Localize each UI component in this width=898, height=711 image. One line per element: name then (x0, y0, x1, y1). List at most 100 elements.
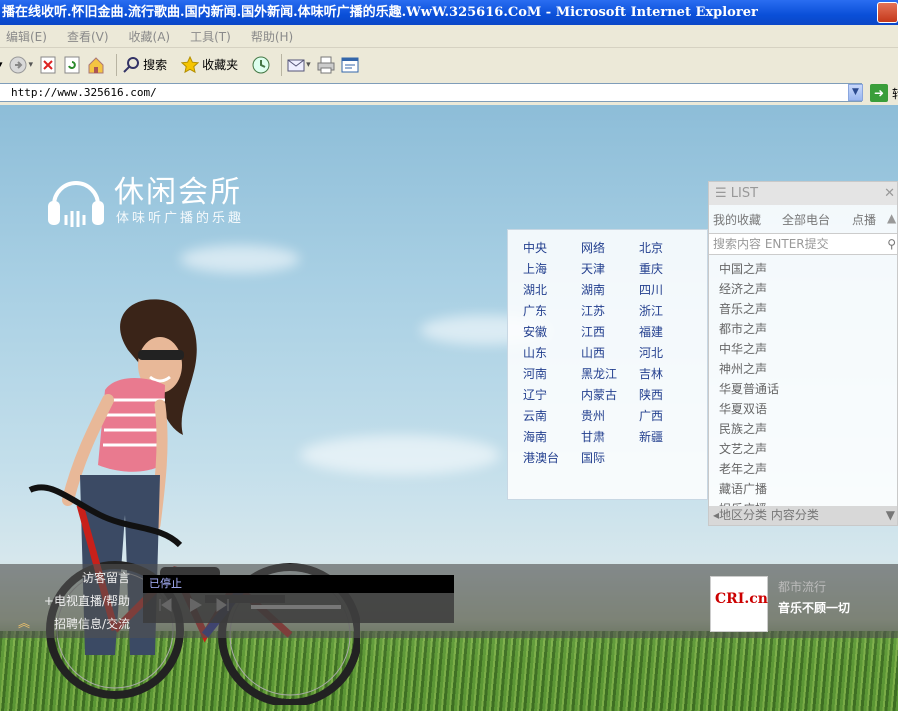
region-link[interactable]: 四川 (639, 280, 663, 301)
region-link[interactable]: 安徽 (523, 322, 559, 343)
mail-button[interactable]: ▾ (287, 56, 311, 74)
category-tabs[interactable]: ◂地区分类 内容分类 (713, 508, 819, 522)
region-link[interactable]: 新疆 (639, 427, 663, 448)
region-link[interactable]: 河北 (639, 343, 663, 364)
region-link[interactable]: 吉林 (639, 364, 663, 385)
region-link[interactable]: 天津 (581, 259, 617, 280)
region-link[interactable]: 北京 (639, 238, 663, 259)
region-link[interactable]: 陕西 (639, 385, 663, 406)
station-item[interactable]: 华夏双语 (719, 399, 897, 419)
favorites-button[interactable]: 收藏夹 (181, 55, 238, 74)
region-link[interactable]: 黑龙江 (581, 364, 617, 385)
stop-button[interactable] (39, 56, 57, 74)
home-button[interactable] (87, 56, 105, 74)
region-link[interactable]: 广东 (523, 301, 559, 322)
forward-button[interactable]: ▾ (9, 56, 33, 74)
region-link[interactable]: 江苏 (581, 301, 617, 322)
region-link[interactable]: 辽宁 (523, 385, 559, 406)
back-dropdown-icon[interactable]: ▾ (0, 60, 3, 70)
region-link[interactable]: 云南 (523, 406, 559, 427)
double-up-arrow-icon[interactable]: ︽ (18, 614, 30, 631)
region-column-1: 中央 上海 湖北 广东 安徽 山东 河南 辽宁 云南 海南 港澳台 (523, 238, 559, 469)
station-item[interactable]: 文艺之声 (719, 439, 897, 459)
refresh-button[interactable] (63, 56, 81, 74)
audio-player: 已停止 (143, 575, 454, 623)
station-item[interactable]: 华夏普通话 (719, 379, 897, 399)
forward-icon (9, 56, 27, 73)
region-column-2: 网络 天津 湖南 江苏 江西 山西 黑龙江 内蒙古 贵州 甘肃 国际 (581, 238, 617, 469)
toolbar-separator (281, 53, 283, 76)
menu-tools[interactable]: 工具(T) (190, 28, 231, 45)
print-button[interactable] (317, 56, 335, 74)
list-footer: ◂地区分类 内容分类 ▼ (709, 506, 897, 525)
scroll-up-icon[interactable]: ▲ (887, 211, 896, 225)
region-link[interactable]: 内蒙古 (581, 385, 617, 406)
region-link[interactable]: 河南 (523, 364, 559, 385)
now-playing-title: 音乐不顾一切 (778, 601, 851, 615)
edit-button[interactable] (341, 56, 359, 74)
menu-favorites[interactable]: 收藏(A) (129, 28, 171, 45)
guestbook-link[interactable]: 访客留言 (82, 569, 130, 586)
region-link[interactable]: 山东 (523, 343, 559, 364)
go-label[interactable]: 转 (892, 85, 898, 102)
region-link[interactable]: 广西 (639, 406, 663, 427)
station-list-panel: ☰ LIST ✕ 我的收藏 全部电台 点播 ▲ 搜索内容 ENTER提交 ⚲ 中… (708, 181, 898, 526)
region-link[interactable]: 上海 (523, 259, 559, 280)
now-playing-category: 都市流行 (778, 580, 827, 594)
region-link[interactable]: 甘肃 (581, 427, 617, 448)
window-title: 播在线收听.怀旧金曲.流行歌曲.国内新闻.国外新闻.体味听广播的乐趣.WwW.3… (2, 5, 758, 20)
close-icon[interactable]: ✕ (884, 182, 895, 205)
menu-view[interactable]: 查看(V) (67, 28, 109, 45)
bottom-bar: 访客留言 +电视直播/帮助 招聘信息/交流 ︽ 已停止 CRI.cn 都市流行 … (0, 564, 898, 638)
region-column-3: 北京 重庆 四川 浙江 福建 河北 吉林 陕西 广西 新疆 (639, 238, 663, 448)
region-link[interactable]: 重庆 (639, 259, 663, 280)
station-item[interactable]: 老年之声 (719, 459, 897, 479)
go-button[interactable]: ➜ (870, 84, 888, 102)
search-icon[interactable]: ⚲ (887, 234, 896, 254)
station-item[interactable]: 藏语广播 (719, 479, 897, 499)
list-tabs: 我的收藏 全部电台 点播 ▲ (709, 205, 897, 233)
history-button[interactable] (252, 56, 270, 74)
menu-help[interactable]: 帮助(H) (251, 28, 293, 45)
region-link[interactable]: 浙江 (639, 301, 663, 322)
address-bar: http://www.325616.com/ ▼ ➜ 转 (0, 81, 898, 105)
previous-icon[interactable] (157, 597, 173, 613)
station-logo: CRI.cn (710, 576, 768, 632)
station-item[interactable]: 经济之声 (719, 279, 897, 299)
region-link[interactable]: 福建 (639, 322, 663, 343)
station-item[interactable]: 中华之声 (719, 339, 897, 359)
station-item[interactable]: 神州之声 (719, 359, 897, 379)
search-button[interactable]: 搜索 (122, 56, 167, 74)
play-icon[interactable] (187, 597, 203, 613)
next-icon[interactable] (215, 597, 231, 613)
scroll-down-icon[interactable]: ▼ (886, 506, 895, 525)
volume-slider[interactable] (251, 605, 341, 609)
region-link[interactable]: 湖北 (523, 280, 559, 301)
region-link[interactable]: 贵州 (581, 406, 617, 427)
station-item[interactable]: 中国之声 (719, 259, 897, 279)
tab-all-stations[interactable]: 全部电台 (782, 211, 830, 228)
station-item[interactable]: 都市之声 (719, 319, 897, 339)
region-link[interactable]: 港澳台 (523, 448, 559, 469)
station-item[interactable]: 民族之声 (719, 419, 897, 439)
region-link[interactable]: 网络 (581, 238, 617, 259)
jobs-link[interactable]: 招聘信息/交流 (54, 615, 130, 632)
address-input[interactable]: http://www.325616.com/ (0, 83, 862, 102)
window-close-button[interactable] (877, 2, 898, 23)
tab-my-favorites[interactable]: 我的收藏 (713, 211, 761, 228)
region-link[interactable]: 江西 (581, 322, 617, 343)
address-dropdown-icon[interactable]: ▼ (848, 84, 863, 101)
list-search-input[interactable]: 搜索内容 ENTER提交 ⚲ (709, 233, 897, 255)
tab-on-demand[interactable]: 点播 (852, 211, 876, 228)
browser-toolbar: ▾ ▾ 搜索 收藏夹 ▾ (0, 48, 898, 82)
region-link[interactable]: 国际 (581, 448, 617, 469)
search-icon (123, 56, 140, 73)
region-link[interactable]: 海南 (523, 427, 559, 448)
region-link[interactable]: 中央 (523, 238, 559, 259)
menu-edit[interactable]: 编辑(E) (6, 28, 47, 45)
tv-help-link[interactable]: +电视直播/帮助 (44, 592, 130, 609)
station-list: 中国之声 经济之声 音乐之声 都市之声 中华之声 神州之声 华夏普通话 华夏双语… (709, 255, 897, 511)
region-link[interactable]: 湖南 (581, 280, 617, 301)
region-link[interactable]: 山西 (581, 343, 617, 364)
station-item[interactable]: 音乐之声 (719, 299, 897, 319)
